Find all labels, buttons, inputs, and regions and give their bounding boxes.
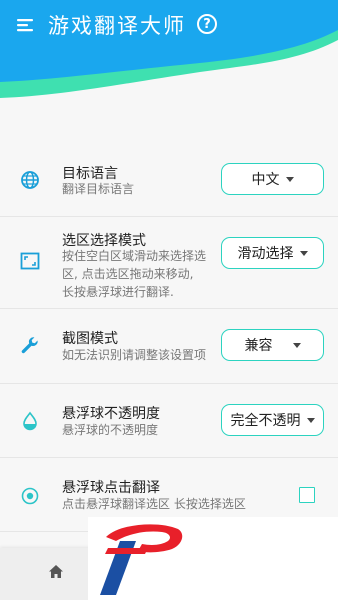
menu-icon xyxy=(17,19,33,32)
float-opacity-dropdown[interactable]: 完全不透明 xyxy=(221,404,324,436)
caret-down-icon xyxy=(292,342,301,348)
dropdown-value: 滑动选择 xyxy=(237,246,294,262)
target-language-dropdown[interactable]: 中文 xyxy=(221,163,324,195)
caret-down-icon xyxy=(306,417,315,423)
globe-icon xyxy=(18,168,42,192)
setting-description-line-3: 长按悬浮球进行翻译. xyxy=(62,285,174,299)
setting-title: 悬浮球点击翻译 xyxy=(62,480,160,496)
dropdown-value: 完全不透明 xyxy=(230,413,301,429)
menu-button[interactable] xyxy=(14,14,38,36)
float-click-translate-checkbox[interactable] xyxy=(299,487,315,503)
settings-list: 目标语言 翻译目标语言 中文 选区选择模式 按住空白区域滑动来选择选 区, 点击… xyxy=(0,143,338,532)
setting-row-target-language: 目标语言 翻译目标语言 中文 xyxy=(0,143,338,217)
setting-description-line-1: 按住空白区域滑动来选择选 xyxy=(62,249,207,263)
app-header: 游戏翻译大师 ? xyxy=(0,0,338,118)
screenshot-mode-dropdown[interactable]: 兼容 xyxy=(221,329,324,361)
setting-title: 截图模式 xyxy=(62,331,118,347)
logo-watermark xyxy=(88,517,338,600)
home-icon[interactable] xyxy=(46,562,66,582)
setting-row-screenshot-mode: 截图模式 如无法识别请调整该设置项 兼容 xyxy=(0,309,338,384)
dropdown-value: 中文 xyxy=(251,172,280,188)
app-title: 游戏翻译大师 xyxy=(48,14,186,38)
brand-logo-icon xyxy=(100,524,183,595)
setting-title: 悬浮球不透明度 xyxy=(62,406,160,422)
setting-description: 悬浮球的不透明度 xyxy=(62,423,159,437)
dropdown-value: 兼容 xyxy=(244,338,273,354)
water-drop-icon xyxy=(18,409,42,433)
selection-mode-dropdown[interactable]: 滑动选择 xyxy=(221,237,324,269)
help-icon[interactable]: ? xyxy=(197,14,217,34)
crop-frame-icon xyxy=(18,249,42,273)
setting-description: 翻译目标语言 xyxy=(62,182,135,196)
caret-down-icon xyxy=(299,250,308,256)
wrench-icon xyxy=(18,334,42,358)
caret-down-icon xyxy=(285,176,294,182)
setting-description-line-2: 区, 点击选区拖动来移动, xyxy=(62,267,194,281)
setting-row-float-opacity: 悬浮球不透明度 悬浮球的不透明度 完全不透明 xyxy=(0,384,338,458)
radio-target-icon xyxy=(18,484,42,508)
setting-description: 如无法识别请调整该设置项 xyxy=(62,348,207,362)
setting-description: 点击悬浮球翻译选区 长按选择选区 xyxy=(62,497,246,511)
setting-row-selection-mode: 选区选择模式 按住空白区域滑动来选择选 区, 点击选区拖动来移动, 长按悬浮球进… xyxy=(0,217,338,309)
